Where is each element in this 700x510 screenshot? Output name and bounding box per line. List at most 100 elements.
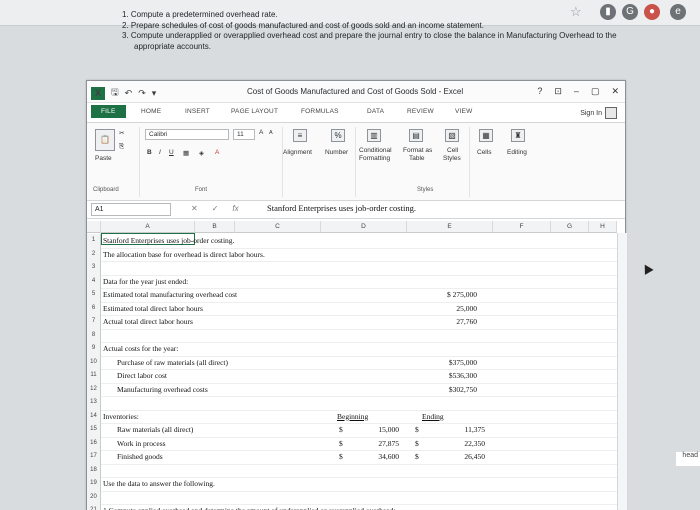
select-all-corner[interactable] [87,221,101,233]
row-header[interactable]: 2 [87,247,101,261]
conditional-formatting-label[interactable]: Conditional [359,147,392,154]
table-cell[interactable]: Use the data to answer the following. [103,479,215,488]
table-cell[interactable]: $375,000 [417,358,477,367]
grow-font-button[interactable]: A [259,129,263,136]
row-header[interactable]: 6 [87,301,101,315]
save-icon[interactable]: 🖫 [111,85,119,101]
table-cell[interactable]: $ [415,452,419,461]
font-name-select[interactable]: Calibri [145,129,229,140]
table-cell[interactable]: 26,450 [425,452,485,461]
alignment-icon[interactable]: ≡ [293,129,307,142]
paste-icon[interactable]: 📋 [95,129,115,151]
tab-review[interactable]: REVIEW [407,108,434,115]
conditional-formatting-icon[interactable]: ▥ [367,129,381,142]
table-cell[interactable]: Estimated total manufacturing overhead c… [103,290,237,299]
alignment-button[interactable]: Alignment [283,149,312,156]
row-header[interactable]: 10 [87,355,101,369]
column-header[interactable]: D [321,221,407,233]
table-cell[interactable]: 27,875 [339,439,399,448]
tab-formulas[interactable]: FORMULAS [301,108,339,115]
row-header[interactable]: 11 [87,369,101,383]
tab-home[interactable]: HOME [141,108,161,115]
row-header[interactable]: 21 [87,504,101,510]
borders-icon[interactable]: ▦ [183,149,189,157]
table-cell[interactable]: Finished goods [117,452,163,461]
row-header[interactable]: 1 [87,234,101,248]
column-header[interactable]: C [235,221,321,233]
column-header[interactable]: A [101,221,195,233]
editing-icon[interactable]: ♜ [511,129,525,142]
row-header[interactable]: 15 [87,423,101,437]
sign-in[interactable]: Sign In [580,107,617,119]
paste-label[interactable]: Paste [95,155,112,162]
column-header[interactable]: B [195,221,235,233]
table-cell[interactable]: 34,600 [339,452,399,461]
format-as-table-icon[interactable]: ▤ [409,129,423,142]
underline-button[interactable]: U [169,149,174,156]
table-cell[interactable]: 27,760 [417,317,477,326]
table-cell[interactable]: 11,375 [425,425,485,434]
column-header[interactable]: E [407,221,493,233]
conditional-formatting-sublabel[interactable]: Formatting [359,155,390,162]
table-cell[interactable]: Data for the year just ended: [103,277,188,286]
undo-icon[interactable]: ↶ [125,88,133,99]
table-cell[interactable]: $302,750 [417,385,477,394]
font-color-icon[interactable]: A [215,149,219,156]
table-cell[interactable]: Raw materials (all direct) [117,425,193,434]
table-cell[interactable]: Actual total direct labor hours [103,317,193,326]
restore-button[interactable]: ▢ [591,86,600,97]
shrink-font-button[interactable]: A [269,130,273,136]
row-header[interactable]: 14 [87,409,101,423]
row-header[interactable]: 17 [87,450,101,464]
customize-qat-icon[interactable]: ▾ [152,88,157,99]
font-size-select[interactable]: 11 [233,129,255,140]
row-header[interactable]: 8 [87,328,101,342]
row-header[interactable]: 12 [87,382,101,396]
column-header[interactable]: H [589,221,617,233]
table-cell[interactable]: Direct labor cost [117,371,167,380]
redo-icon[interactable]: ↷ [138,88,146,99]
table-cell[interactable]: Purchase of raw materials (all direct) [117,358,228,367]
row-header[interactable]: 16 [87,436,101,450]
table-cell[interactable]: 1 Compute applied overhead and determine… [103,506,395,510]
table-cell[interactable]: Stanford Enterprises uses job-order cost… [103,236,234,245]
row-header[interactable]: 20 [87,490,101,504]
table-cell[interactable]: $536,300 [417,371,477,380]
tab-data[interactable]: DATA [367,108,384,115]
row-header[interactable]: 5 [87,288,101,302]
ribbon-display-button[interactable]: ⊡ [554,86,562,97]
row-header[interactable]: 13 [87,396,101,410]
table-cell[interactable]: $ [415,425,419,434]
cell-styles-label[interactable]: Cell [447,147,458,154]
table-cell[interactable]: Beginning [337,412,368,421]
column-header[interactable]: G [551,221,589,233]
table-cell[interactable]: Estimated total direct labor hours [103,304,203,313]
row-header[interactable]: 18 [87,463,101,477]
vertical-scrollbar[interactable] [617,233,627,510]
cancel-icon[interactable]: ✕ [191,204,198,213]
number-button[interactable]: Number [325,149,348,156]
cells-icon[interactable]: ▦ [479,129,493,142]
tab-insert[interactable]: INSERT [185,108,210,115]
format-as-table-sublabel[interactable]: Table [409,155,425,162]
copy-icon[interactable]: ⎘ [119,143,124,151]
editing-button[interactable]: Editing [507,149,527,156]
cells-button[interactable]: Cells [477,149,491,156]
table-cell[interactable]: Manufacturing overhead costs [117,385,208,394]
fill-color-icon[interactable]: ◈ [199,149,204,157]
formula-input[interactable]: Stanford Enterprises uses job-order cost… [267,203,416,213]
table-cell[interactable]: 25,000 [417,304,477,313]
close-button[interactable]: ✕ [611,86,619,97]
table-cell[interactable]: Actual costs for the year: [103,344,178,353]
format-as-table-label[interactable]: Format as [403,147,432,154]
minimize-button[interactable]: – [574,86,579,97]
table-cell[interactable]: Work in process [117,439,166,448]
table-cell[interactable]: 15,000 [339,425,399,434]
table-cell[interactable]: $ [415,439,419,448]
row-header[interactable]: 4 [87,274,101,288]
tab-view[interactable]: VIEW [455,108,472,115]
row-header[interactable]: 19 [87,477,101,491]
spreadsheet-grid[interactable]: A B C D E F G H 1 Stanford Enterprises us… [87,221,627,510]
row-header[interactable]: 3 [87,261,101,275]
table-cell[interactable]: Ending [422,412,444,421]
